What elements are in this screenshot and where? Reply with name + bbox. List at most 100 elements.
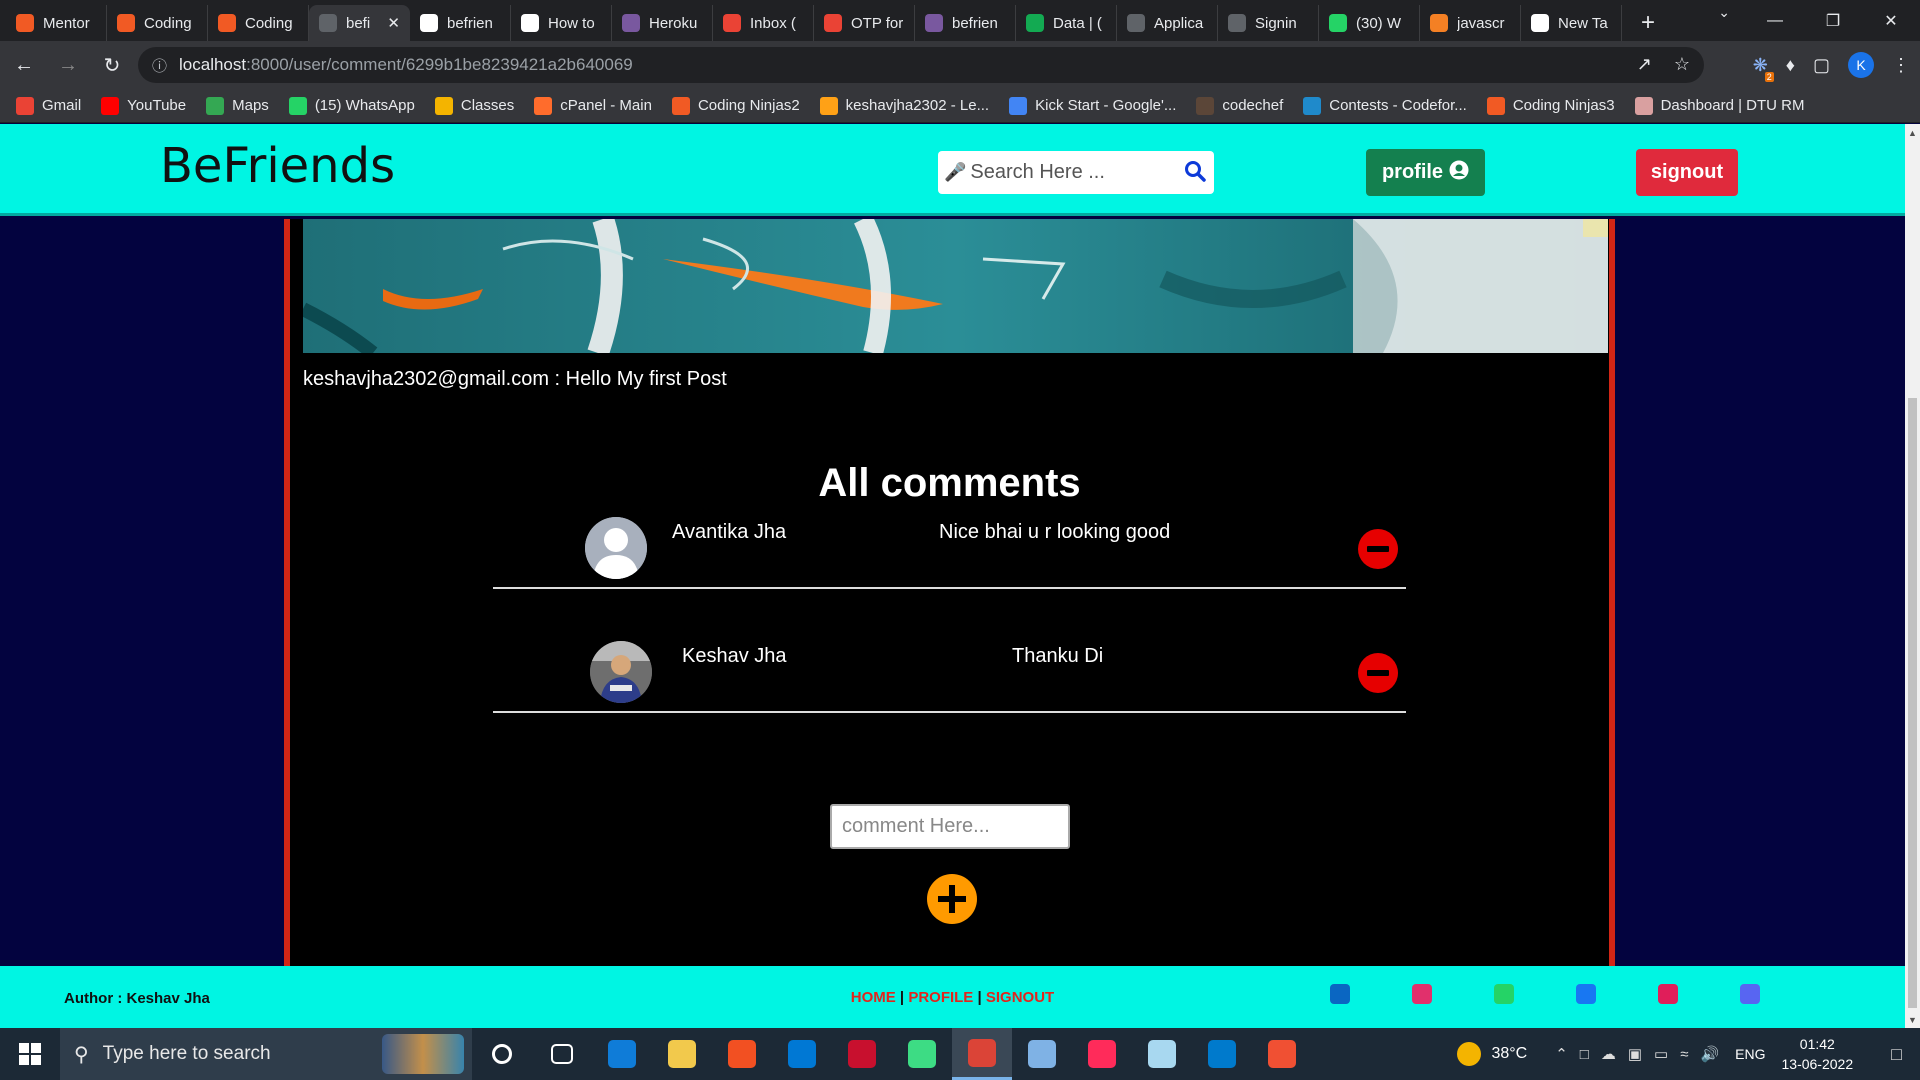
bookmark-star-icon[interactable]: ☆ [1674, 54, 1690, 75]
browser-tab[interactable]: Coding [208, 5, 309, 41]
extension-badge-icon[interactable]: ❋ 2 [1753, 55, 1774, 82]
instagram-icon[interactable] [1412, 984, 1432, 1004]
file-explorer-icon[interactable] [652, 1028, 712, 1080]
edge-icon[interactable] [592, 1028, 652, 1080]
bookmark-item[interactable]: Classes [434, 96, 514, 115]
new-tab-button[interactable]: + [1630, 5, 1666, 41]
reload-button[interactable]: ↻ [92, 45, 132, 85]
wifi-icon[interactable]: ≈ [1680, 1046, 1688, 1063]
paint-icon[interactable] [1012, 1028, 1072, 1080]
mcafee-icon[interactable] [832, 1028, 892, 1080]
discord-icon[interactable] [1740, 984, 1760, 1004]
browser-tab[interactable]: OTP for [814, 5, 915, 41]
signout-button[interactable]: signout [1636, 149, 1738, 196]
windows-taskbar: ⚲ Type here to search 38°C ⌃ □ ☁ ▣ ▭ ≈ 🔊… [0, 1028, 1920, 1080]
scroll-down-icon[interactable]: ▼ [1905, 1011, 1920, 1028]
delete-comment-button[interactable] [1358, 653, 1398, 693]
bookmark-item[interactable]: cPanel - Main [534, 96, 652, 115]
profile-button[interactable]: profile [1366, 149, 1485, 196]
windows-start-icon[interactable] [0, 1028, 60, 1080]
bookmark-item[interactable]: Coding Ninjas3 [1486, 96, 1615, 115]
cortana-icon[interactable] [472, 1028, 532, 1080]
address-bar[interactable]: ⓘ localhost:8000/user/comment/6299b1be82… [138, 47, 1704, 83]
bookmark-item[interactable]: Coding Ninjas2 [671, 96, 800, 115]
rocket-icon[interactable] [892, 1028, 952, 1080]
display-icon[interactable]: ▣ [1628, 1045, 1642, 1063]
footer-link-signout[interactable]: SIGNOUT [986, 989, 1054, 1006]
browser-tab[interactable]: New Ta [1521, 5, 1622, 41]
brand-logo[interactable]: BeFriends [160, 138, 395, 194]
browser-tab[interactable]: Inbox ( [713, 5, 814, 41]
microsoft-store-icon[interactable] [712, 1028, 772, 1080]
bookmark-item[interactable]: Dashboard | DTU RM [1634, 96, 1805, 115]
restore-button[interactable]: ❐ [1804, 0, 1862, 41]
facebook-icon[interactable] [1576, 984, 1596, 1004]
close-window-button[interactable]: ✕ [1862, 0, 1920, 41]
browser-tab[interactable]: Heroku [612, 5, 713, 41]
side-panel-icon[interactable]: ▢ [1813, 55, 1830, 76]
language-indicator[interactable]: ENG [1735, 1046, 1765, 1062]
page-scrollbar[interactable]: ▲ ▼ [1905, 124, 1920, 1028]
temperature[interactable]: 38°C [1491, 1045, 1527, 1063]
share-icon[interactable]: ↗ [1637, 54, 1652, 75]
comment-input[interactable] [830, 804, 1070, 849]
bookmark-item[interactable]: keshavjha2302 - Le... [819, 96, 989, 115]
mail-icon[interactable] [772, 1028, 832, 1080]
extensions-puzzle-icon[interactable]: ♦ [1786, 55, 1795, 76]
bookmark-item[interactable]: Maps [206, 96, 269, 115]
scroll-up-icon[interactable]: ▲ [1905, 124, 1920, 141]
browser-tab[interactable]: befi ✕ [309, 5, 410, 41]
bookmark-item[interactable]: Contests - Codefor... [1303, 96, 1467, 115]
browser-tab[interactable]: (30) W [1319, 5, 1420, 41]
footer-link-home[interactable]: HOME [851, 989, 896, 1006]
bookmark-item[interactable]: (15) WhatsApp [288, 96, 415, 115]
site-info-icon[interactable]: ⓘ [152, 55, 167, 76]
delete-comment-button[interactable] [1358, 529, 1398, 569]
volume-icon[interactable]: 🔊 [1700, 1045, 1719, 1063]
notifications-icon[interactable]: □ [1891, 1044, 1902, 1065]
slack-icon[interactable] [1658, 984, 1678, 1004]
browser-tab[interactable]: befrien [915, 5, 1016, 41]
clock[interactable]: 01:42 13-06-2022 [1782, 1034, 1854, 1074]
search-input[interactable] [970, 161, 1181, 184]
task-view-icon[interactable] [532, 1028, 592, 1080]
taskbar-search[interactable]: ⚲ Type here to search [60, 1028, 472, 1080]
chevron-up-icon[interactable]: ⌃ [1555, 1045, 1568, 1063]
tab-title: javascr [1457, 14, 1505, 32]
meet-now-icon[interactable]: □ [1580, 1046, 1589, 1063]
browser-tab[interactable]: Mentor [6, 5, 107, 41]
footer-link-profile[interactable]: PROFILE [908, 989, 973, 1006]
bookmark-item[interactable]: Kick Start - Google'... [1009, 96, 1176, 115]
chrome-icon[interactable] [952, 1028, 1012, 1080]
scrollbar-thumb[interactable] [1908, 398, 1917, 1008]
search-icon[interactable] [1184, 160, 1206, 187]
minimize-button[interactable]: — [1746, 0, 1804, 41]
add-comment-button[interactable] [927, 874, 977, 924]
browser-tab[interactable]: befrien [410, 5, 511, 41]
battery-icon[interactable]: ▭ [1654, 1045, 1668, 1063]
tab-search-chevron-icon[interactable]: ⌄ [1718, 4, 1730, 21]
onedrive-cloud-icon[interactable]: ☁ [1601, 1045, 1616, 1063]
vscode-icon[interactable] [1192, 1028, 1252, 1080]
notepad-icon[interactable] [1132, 1028, 1192, 1080]
bookmark-item[interactable]: codechef [1196, 96, 1283, 115]
linkedin-icon[interactable] [1330, 984, 1350, 1004]
git-icon[interactable] [1252, 1028, 1312, 1080]
menu-kebab-icon[interactable]: ⋮ [1892, 55, 1910, 76]
browser-tab[interactable]: Signin [1218, 5, 1319, 41]
browser-tab[interactable]: Data | ( [1016, 5, 1117, 41]
forward-button[interactable]: → [48, 45, 88, 85]
bookmark-item[interactable]: Gmail [16, 96, 81, 115]
profile-avatar[interactable]: K [1848, 52, 1874, 78]
browser-tab[interactable]: Applica [1117, 5, 1218, 41]
creative-cloud-icon[interactable] [1072, 1028, 1132, 1080]
back-button[interactable]: ← [4, 45, 44, 85]
microphone-icon[interactable]: 🎤 [944, 162, 966, 183]
browser-tab[interactable]: Coding [107, 5, 208, 41]
bookmark-item[interactable]: YouTube [101, 96, 186, 115]
close-tab-icon[interactable]: ✕ [387, 14, 400, 32]
browser-tab[interactable]: javascr [1420, 5, 1521, 41]
weather-sun-icon[interactable] [1457, 1042, 1482, 1066]
browser-tab[interactable]: How to [511, 5, 612, 41]
whatsapp-icon[interactable] [1494, 984, 1514, 1004]
